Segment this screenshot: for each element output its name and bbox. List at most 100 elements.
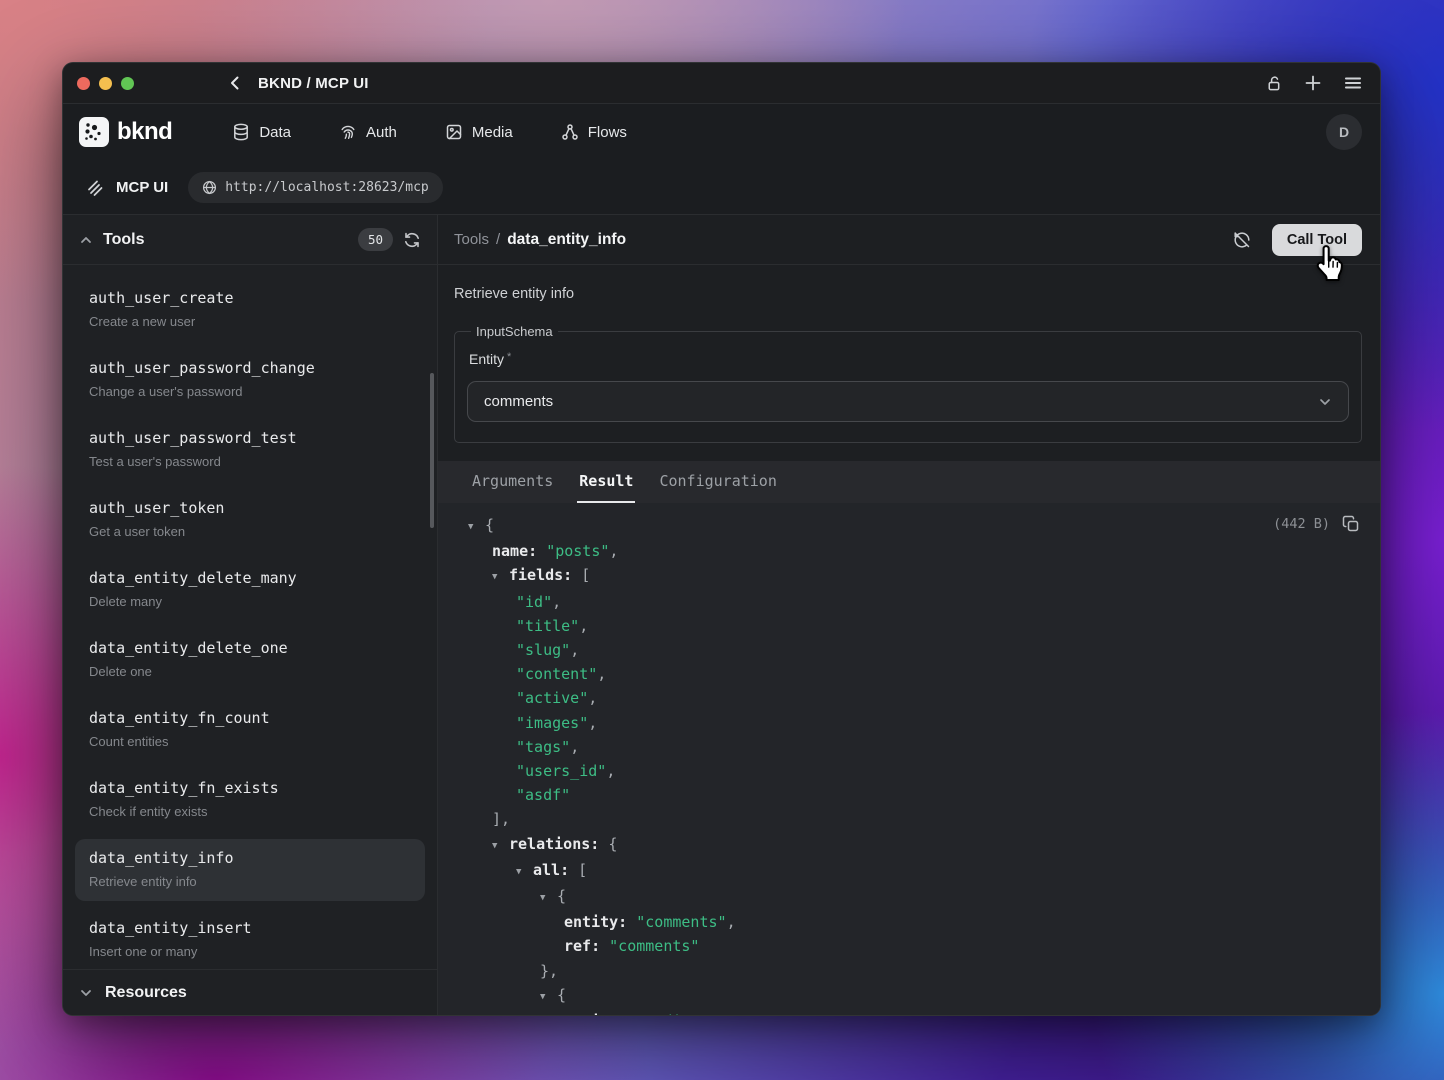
nav-item-label: Auth <box>366 124 397 141</box>
content-area: Tools 50 auth_user_createCreate a new us… <box>63 215 1380 1015</box>
json-line: "title", <box>438 614 1380 638</box>
workflow-icon <box>561 123 579 141</box>
tab-result[interactable]: Result <box>577 461 635 503</box>
sidebar-tool-data_entity_fn_count[interactable]: data_entity_fn_countCount entities <box>75 699 425 761</box>
plus-icon[interactable] <box>1304 74 1322 92</box>
entity-select-value: comments <box>484 393 1318 410</box>
json-line: "tags", <box>438 735 1380 759</box>
nav-item-media[interactable]: Media <box>445 123 513 141</box>
layers-icon <box>85 178 104 197</box>
chevron-down-icon <box>1318 395 1332 409</box>
tool-name: data_entity_fn_exists <box>89 779 411 797</box>
collapse-toggle-icon[interactable]: ▼ <box>540 985 557 1009</box>
tool-name: auth_user_password_test <box>89 429 411 447</box>
tool-name: auth_user_token <box>89 499 411 517</box>
close-window-button[interactable] <box>77 77 90 90</box>
resources-section-label: Resources <box>105 984 187 1002</box>
collapse-toggle-icon[interactable]: ▼ <box>540 886 557 910</box>
tab-configuration[interactable]: Configuration <box>657 461 778 503</box>
sidebar-tool-data_entity_delete_many[interactable]: data_entity_delete_manyDelete many <box>75 559 425 621</box>
breadcrumb-separator: / <box>496 231 500 248</box>
mcp-toolbar: MCP UI http://localhost:28623/mcp <box>63 160 1380 215</box>
tools-section-header[interactable]: Tools 50 <box>63 215 437 265</box>
resources-section-header[interactable]: Resources <box>63 969 437 1015</box>
collapse-toggle-icon[interactable]: ▼ <box>492 565 509 589</box>
sidebar-tool-data_entity_insert[interactable]: data_entity_insert Insert one or many <box>75 909 425 969</box>
call-tool-button[interactable]: Call Tool <box>1272 224 1362 256</box>
refresh-tools-button[interactable] <box>403 231 421 249</box>
copy-result-button[interactable] <box>1342 515 1360 533</box>
tool-description: Change a user's password <box>89 384 411 399</box>
database-icon <box>232 123 250 141</box>
sidebar-scrollbar[interactable] <box>430 373 434 528</box>
tool-detail-panel: Tools / data_entity_info Call Tool Retri… <box>438 215 1380 1015</box>
collapse-toggle-icon[interactable]: ▼ <box>516 860 533 884</box>
breadcrumb-section[interactable]: Tools <box>454 231 489 248</box>
tool-name: data_entity_info <box>89 849 411 867</box>
menu-icon[interactable] <box>1344 75 1362 91</box>
entity-select[interactable]: comments <box>467 381 1349 422</box>
nav-item-auth[interactable]: Auth <box>339 123 397 141</box>
nav-item-label: Data <box>259 124 291 141</box>
nav-item-data[interactable]: Data <box>232 123 291 141</box>
mcp-url-pill[interactable]: http://localhost:28623/mcp <box>188 172 443 203</box>
json-line: "images", <box>438 711 1380 735</box>
chevron-left-icon <box>226 74 244 92</box>
chevron-down-icon <box>79 986 93 1000</box>
user-avatar[interactable]: D <box>1326 114 1362 150</box>
json-line: "asdf" <box>438 783 1380 807</box>
json-line: "active", <box>438 686 1380 710</box>
result-json-viewer: (442 B) ▼{name: "posts",▼fields: ["id","… <box>438 503 1380 1015</box>
back-button[interactable] <box>226 74 244 92</box>
json-line: entity: "comments", <box>438 910 1380 934</box>
app-window: BKND / MCP UI bknd Data <box>62 62 1381 1016</box>
tool-description: Get a user token <box>89 524 411 539</box>
nav-item-label: Flows <box>588 124 627 141</box>
lock-open-icon[interactable] <box>1265 74 1282 92</box>
tool-description: Create a new user <box>89 314 411 329</box>
sidebar-tool-auth_user_password_change[interactable]: auth_user_password_changeChange a user's… <box>75 349 425 411</box>
traffic-lights <box>77 77 134 90</box>
breadcrumb-current-tool: data_entity_info <box>507 231 626 249</box>
sidebar-tool-data_entity_delete_one[interactable]: data_entity_delete_oneDelete one <box>75 629 425 691</box>
nav-item-flows[interactable]: Flows <box>561 123 627 141</box>
bknd-logo-icon <box>79 117 109 147</box>
tool-name: data_entity_insert <box>89 919 411 937</box>
sidebar-tool-auth_user_token[interactable]: auth_user_token Get a user token <box>75 489 425 551</box>
brand-logo[interactable]: bknd <box>79 117 172 147</box>
required-mark: * <box>507 351 511 363</box>
sidebar-tool-data_entity_info[interactable]: data_entity_infoRetrieve entity info <box>75 839 425 901</box>
collapse-toggle-icon[interactable]: ▼ <box>492 834 509 858</box>
sidebar-tool-auth_user_create[interactable]: auth_user_createCreate a new user <box>75 279 425 341</box>
json-line: ], <box>438 807 1380 831</box>
tool-description: Delete one <box>89 664 411 679</box>
refresh-icon <box>403 231 421 249</box>
json-line: entity: "media", <box>438 1009 1380 1015</box>
history-disabled-icon <box>1232 230 1252 250</box>
result-size-badge: (442 B) <box>1273 516 1330 532</box>
sidebar-tool-data_entity_fn_exists[interactable]: data_entity_fn_existsCheck if entity exi… <box>75 769 425 831</box>
json-line: }, <box>438 959 1380 983</box>
tool-description: Insert one or many <box>89 944 411 959</box>
mcp-url: http://localhost:28623/mcp <box>225 180 429 195</box>
app-navbar: bknd Data Auth Media Flows D <box>63 104 1380 160</box>
input-schema-legend: InputSchema <box>471 324 558 339</box>
fingerprint-icon <box>339 123 357 141</box>
nav-item-label: Media <box>472 124 513 141</box>
sidebar-tool-auth_user_password_test[interactable]: auth_user_password_test Test a user's pas… <box>75 419 425 481</box>
tab-arguments[interactable]: Arguments <box>470 461 555 503</box>
json-tree: ▼{name: "posts",▼fields: ["id","title","… <box>438 513 1380 1015</box>
result-tabs: Arguments Result Configuration <box>438 461 1380 503</box>
tools-sidebar: Tools 50 auth_user_createCreate a new us… <box>63 215 438 1015</box>
json-line: ▼relations: { <box>438 832 1380 858</box>
zoom-window-button[interactable] <box>121 77 134 90</box>
minimize-window-button[interactable] <box>99 77 112 90</box>
tool-description: Test a user's password <box>89 454 411 469</box>
tool-description: Retrieve entity info <box>454 286 1364 302</box>
json-line: "content", <box>438 662 1380 686</box>
tools-section-label: Tools <box>103 231 144 249</box>
tool-description: Delete many <box>89 594 411 609</box>
window-titlebar: BKND / MCP UI <box>63 63 1380 104</box>
history-disabled-button[interactable] <box>1232 230 1252 250</box>
collapse-toggle-icon[interactable]: ▼ <box>468 515 485 539</box>
